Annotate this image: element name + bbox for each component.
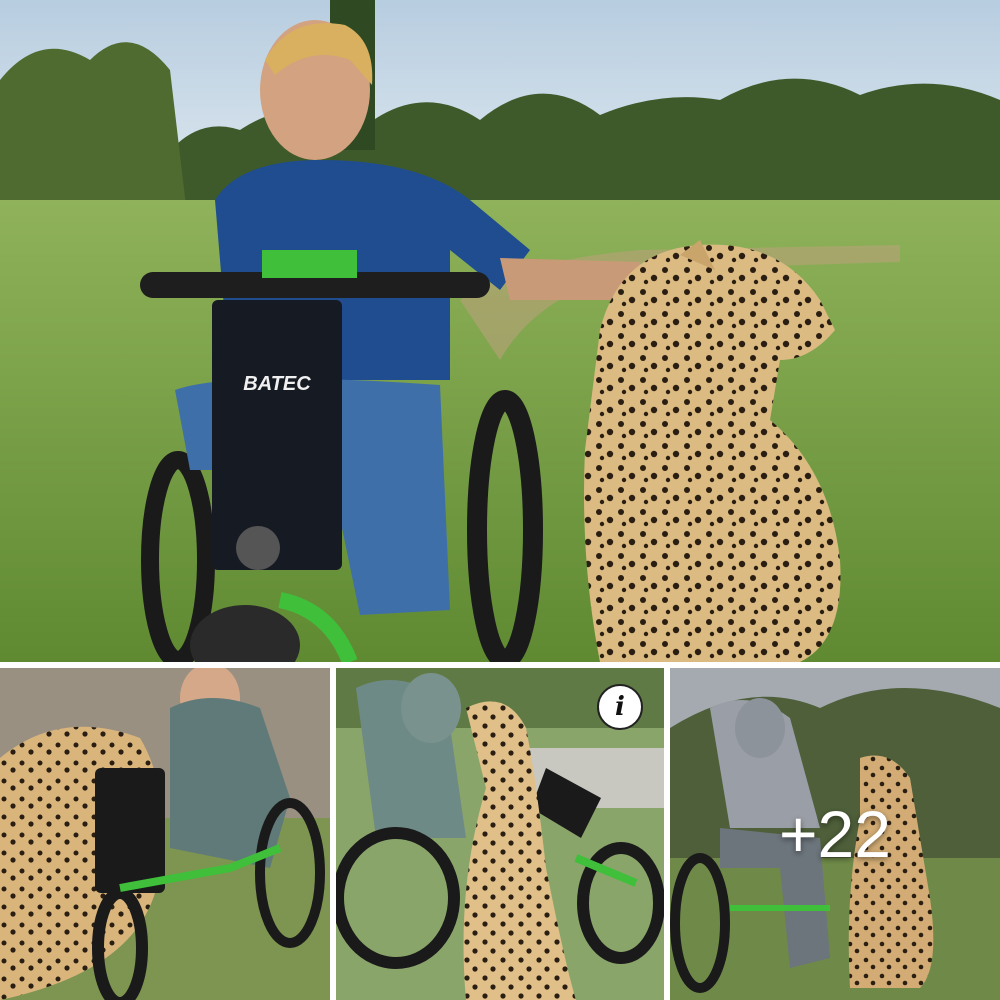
info-icon[interactable]: i: [597, 684, 643, 730]
info-icon-glyph: i: [615, 692, 625, 722]
main-photo-brand-text: BATEC: [243, 373, 311, 395]
thumbnail-photo-1[interactable]: [0, 668, 330, 1000]
thumbnail-photo-1-scene: [0, 668, 330, 1000]
main-photo-scene: BATEC: [0, 0, 1000, 662]
main-photo[interactable]: BATEC: [0, 0, 1000, 662]
more-photos-count[interactable]: +22: [670, 668, 1000, 1000]
